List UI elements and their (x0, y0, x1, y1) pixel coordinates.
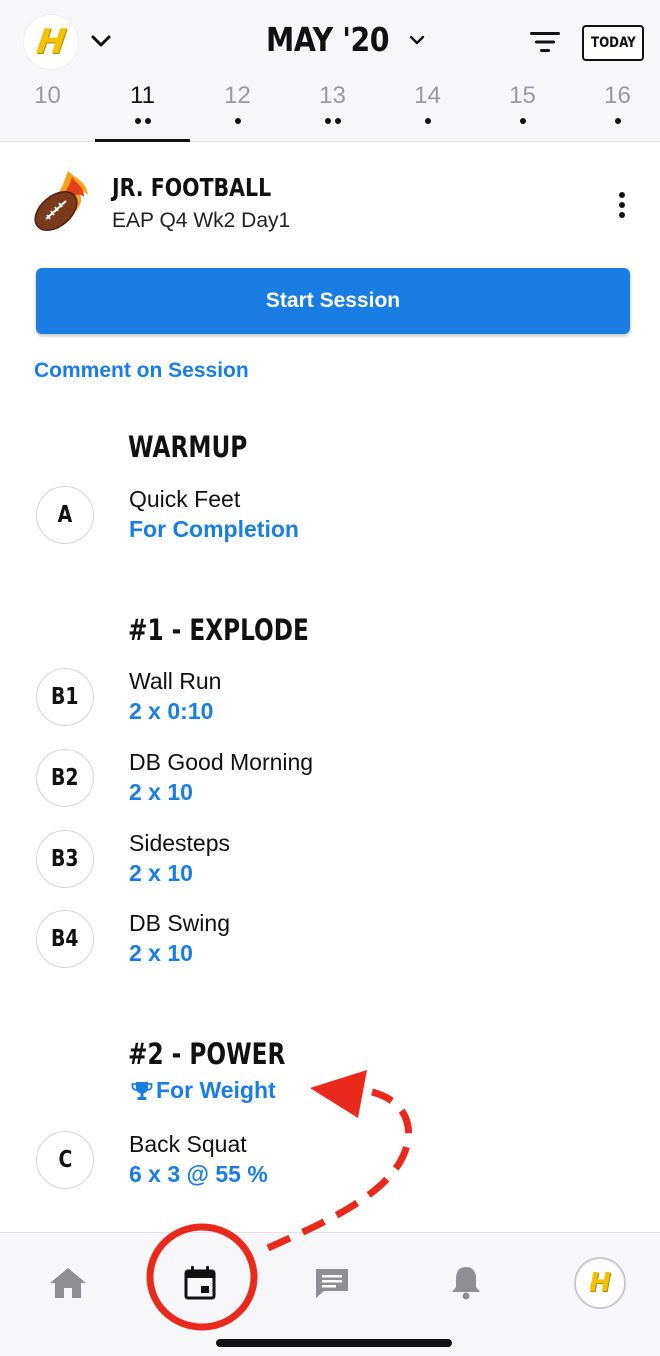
more-options-icon[interactable] (606, 189, 638, 221)
day-number: 13 (319, 82, 346, 109)
exercise-badge: B4 (36, 910, 94, 968)
day-number: 14 (414, 82, 441, 109)
section-title-warmup: WARMUP (128, 430, 248, 464)
exercise-name: DB Swing (129, 910, 230, 936)
exercise-prescription: 2 x 0:10 (129, 698, 214, 724)
nav-messages[interactable] (292, 1253, 372, 1313)
exercise-name: DB Good Morning (129, 749, 314, 775)
chat-icon (316, 1269, 348, 1298)
exercise-row[interactable]: B1 Wall Run 2 x 0:10 (0, 664, 660, 734)
day-number: 15 (509, 82, 536, 109)
exercise-badge: B2 (36, 749, 94, 807)
day-12[interactable]: 12 (190, 78, 285, 142)
avatar-letter: H (589, 1268, 611, 1298)
nav-home[interactable] (28, 1253, 108, 1313)
day-number: 12 (224, 82, 251, 109)
calendar-icon (184, 1266, 216, 1300)
day-13[interactable]: 13 (285, 78, 380, 142)
filter-icon[interactable] (528, 28, 562, 56)
event-dots (475, 118, 570, 124)
exercise-name: Quick Feet (129, 486, 241, 512)
exercise-prescription: 2 x 10 (129, 860, 193, 886)
arrow-head-icon (310, 1070, 367, 1118)
today-button[interactable]: TODAY (582, 25, 644, 61)
selected-day-indicator (95, 139, 190, 142)
day-10[interactable]: 10 (0, 78, 95, 142)
exercise-badge: B3 (36, 830, 94, 888)
section-title-power: #2 - POWER (128, 1037, 286, 1071)
for-weight-label: For Weight (156, 1077, 276, 1103)
event-dots (95, 118, 190, 124)
exercise-badge: C (36, 1131, 94, 1189)
exercise-name: Sidesteps (129, 830, 231, 856)
chevron-down-icon (409, 35, 424, 44)
section-title-explode: #1 - EXPLODE (128, 613, 309, 647)
exercise-badge: A (36, 486, 94, 544)
bottom-nav: H (0, 1232, 660, 1356)
calendar-header: H MAY '20 TODAY 10 11 12 13 14 15 16 (0, 0, 660, 142)
event-dots (570, 118, 660, 124)
day-15[interactable]: 15 (475, 78, 570, 142)
comment-on-session-link[interactable]: Comment on Session (34, 359, 249, 383)
day-strip: 10 11 12 13 14 15 16 (0, 78, 660, 142)
exercise-badge: B1 (36, 668, 94, 726)
for-weight-tag: For Weight (130, 1077, 276, 1104)
profile-avatar: H (574, 1257, 626, 1309)
exercise-prescription: 2 x 10 (129, 779, 193, 805)
exercise-name: Back Squat (129, 1131, 247, 1157)
exercise-row[interactable]: B3 Sidesteps 2 x 10 (0, 826, 660, 896)
exercise-name: Wall Run (129, 668, 222, 694)
nav-notifications[interactable] (426, 1253, 506, 1313)
exercise-row[interactable]: C Back Squat 6 x 3 @ 55 % (0, 1127, 660, 1197)
trophy-icon (131, 1081, 153, 1100)
exercise-prescription: 6 x 3 @ 55 % (129, 1161, 268, 1187)
exercise-prescription: 2 x 10 (129, 940, 193, 966)
today-label: TODAY (590, 35, 636, 51)
event-dots (190, 118, 285, 124)
exercise-row[interactable]: B2 DB Good Morning 2 x 10 (0, 745, 660, 815)
home-indicator (216, 1339, 452, 1347)
event-dots (380, 118, 475, 124)
month-label: MAY '20 (266, 20, 390, 59)
exercise-row[interactable]: A Quick Feet For Completion (0, 482, 660, 552)
football-fire-icon (34, 171, 88, 231)
event-dots (285, 118, 380, 124)
home-icon (50, 1268, 86, 1298)
day-number: 10 (34, 82, 61, 109)
exercise-row[interactable]: B4 DB Swing 2 x 10 (0, 906, 660, 976)
day-11[interactable]: 11 (95, 78, 190, 142)
program-subtitle: EAP Q4 Wk2 Day1 (112, 209, 291, 232)
start-session-button[interactable]: Start Session (36, 268, 630, 334)
day-16[interactable]: 16 (570, 78, 660, 142)
day-14[interactable]: 14 (380, 78, 475, 142)
day-number: 16 (604, 82, 631, 109)
day-number: 11 (130, 82, 155, 109)
bell-icon (452, 1267, 480, 1300)
nav-calendar[interactable] (160, 1253, 240, 1313)
program-header: JR. FOOTBALL EAP Q4 Wk2 Day1 (0, 165, 660, 245)
nav-profile[interactable]: H (560, 1253, 640, 1313)
program-title: JR. FOOTBALL (112, 173, 272, 202)
exercise-prescription: For Completion (129, 516, 299, 542)
